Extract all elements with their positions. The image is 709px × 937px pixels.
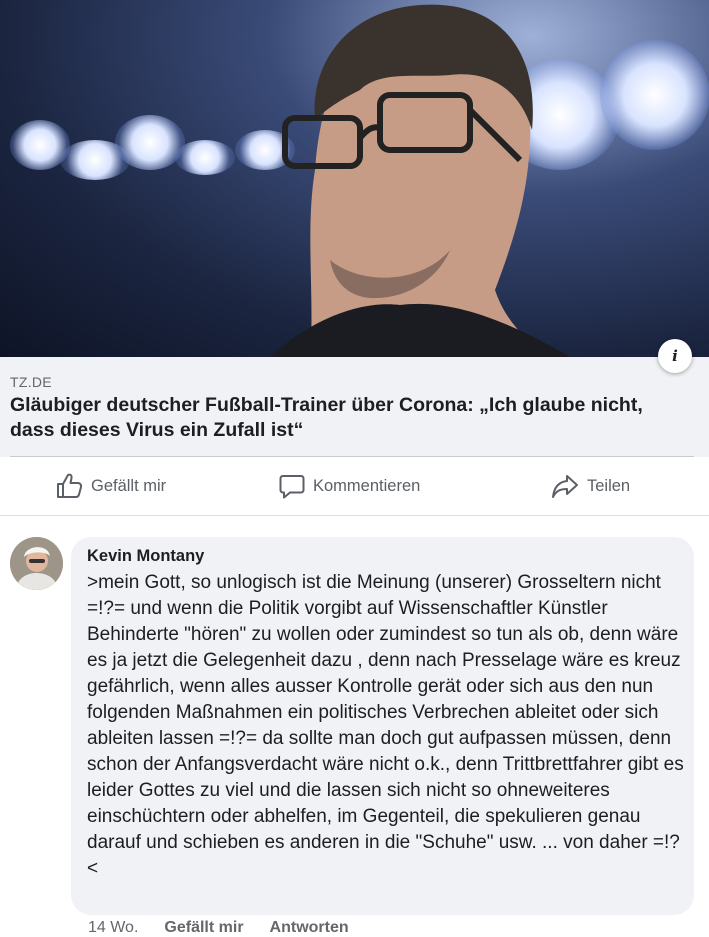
comment-bubble: Kevin Montany >mein Gott, so unlogisch i… <box>71 537 694 915</box>
info-icon[interactable]: i <box>658 339 692 373</box>
user-photo-icon <box>10 537 63 590</box>
comment-author[interactable]: Kevin Montany <box>87 547 204 566</box>
comment-reply-link[interactable]: Antworten <box>270 919 349 937</box>
comment-label: Kommentieren <box>313 476 421 495</box>
link-preview-card[interactable]: TZ.DE Gläubiger deutscher Fußball-Traine… <box>0 357 709 457</box>
person-photo <box>270 4 570 357</box>
comment-bubble-icon <box>279 474 305 498</box>
comment-like-link[interactable]: Gefällt mir <box>164 919 243 937</box>
share-label: Teilen <box>587 476 631 495</box>
share-arrow-icon <box>552 475 578 498</box>
link-source: TZ.DE <box>10 374 52 390</box>
post-actions-bar: Gefällt mir Kommentieren Teilen <box>0 457 709 515</box>
link-headline[interactable]: Gläubiger deutscher Fußball-Trainer über… <box>10 393 690 443</box>
like-label: Gefällt mir <box>91 476 167 495</box>
like-button[interactable]: Gefällt mir <box>56 457 166 515</box>
comment-button[interactable]: Kommentieren <box>279 457 420 515</box>
comment-meta: 14 Wo. Gefällt mir Antworten <box>88 919 349 937</box>
divider <box>0 515 709 516</box>
article-image[interactable] <box>0 0 709 357</box>
comment-time[interactable]: 14 Wo. <box>88 919 138 937</box>
avatar[interactable] <box>10 537 63 590</box>
thumbs-up-icon <box>57 473 83 498</box>
comment-text: >mein Gott, so unlogisch ist die Meinung… <box>87 572 684 879</box>
share-button[interactable]: Teilen <box>551 457 630 515</box>
